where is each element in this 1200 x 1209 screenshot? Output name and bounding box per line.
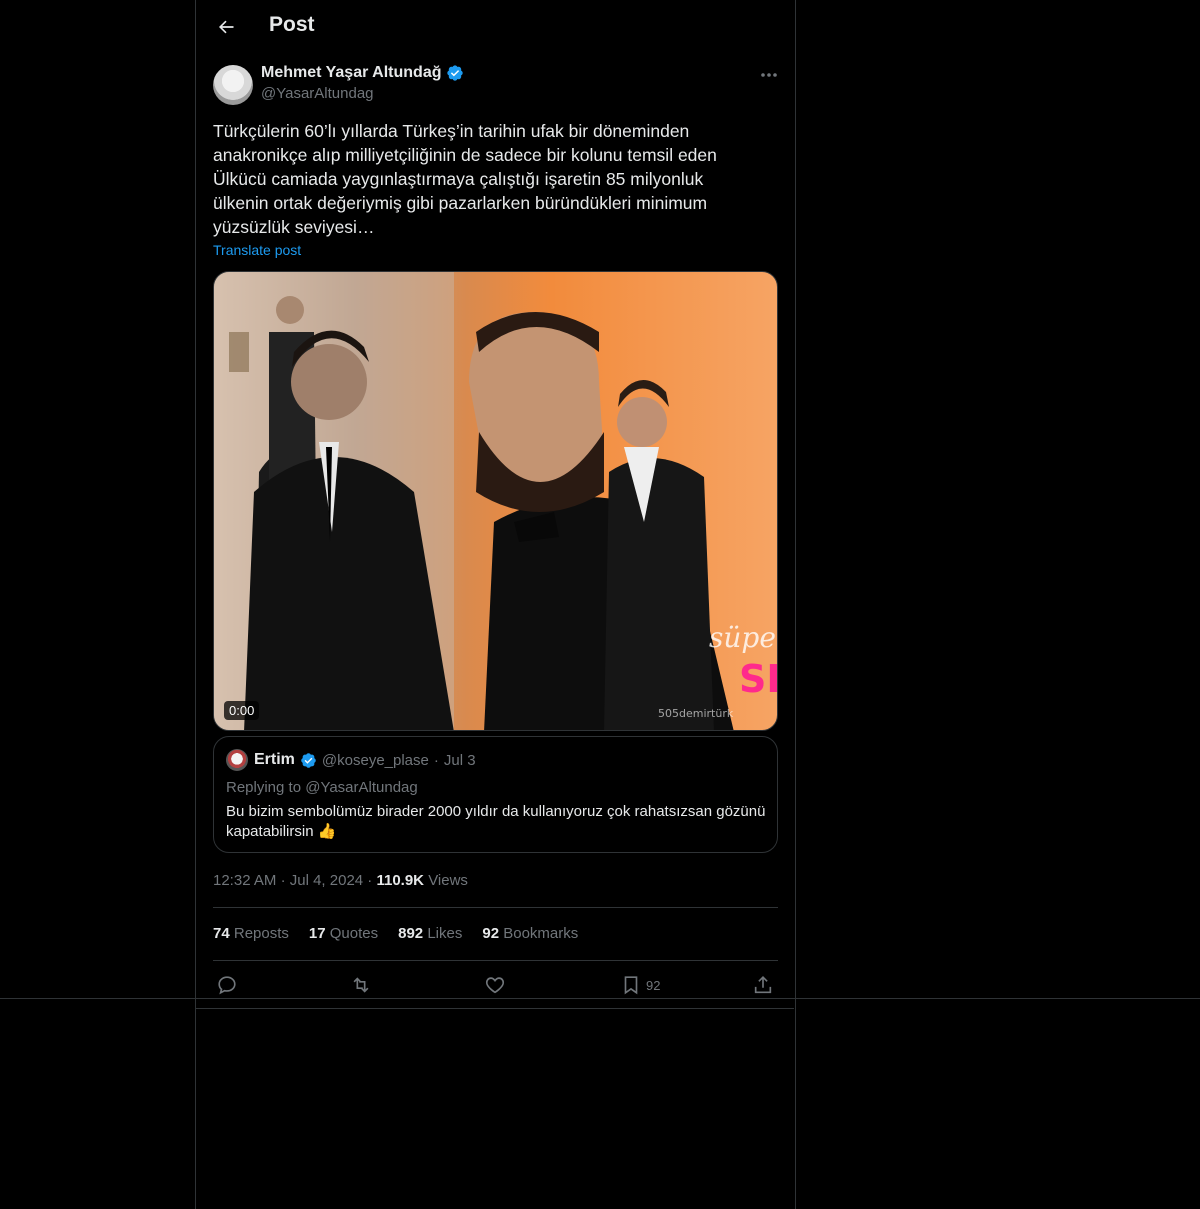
quote-header: Ertim @koseye_plase · Jul 3 [254,751,476,769]
quote-replying-to: Replying to @YasarAltundag [226,779,418,796]
tweet-text: Türkçülerin 60’lı yıllarda Türkeş’in tar… [213,121,717,237]
quote-avatar [226,749,248,771]
quotes-stat[interactable]: 17 Quotes [309,925,378,942]
post-meta: 12:32 AM · Jul 4, 2024 · 110.9K Views [213,872,468,889]
heart-icon [485,977,505,994]
video-timecode: 0:00 [224,701,260,720]
post-column: Post Mehmet Yaşar Altundağ @YasarAltunda… [195,0,796,1209]
bookmarks-stat[interactable]: 92 Bookmarks [482,925,578,942]
likes-stat[interactable]: 892 Likes [398,925,462,942]
bookmark-icon [624,976,638,995]
author-avatar[interactable] [213,65,253,105]
more-horizontal-icon [761,73,777,77]
quote-text: Bu bizim sembolümüz birader 2000 yıldır … [226,803,766,840]
author-handle[interactable]: @YasarAltundag [261,85,464,102]
divider [213,907,778,908]
svg-text:505demirtürk: 505demirtürk [658,707,734,720]
page-title: Post [269,13,315,36]
engagement-stats: 74 Reposts 17 Quotes 892 Likes 92 Bookma… [213,925,578,942]
quote-date: Jul 3 [443,751,476,769]
views-count: 110.9K [376,872,425,889]
divider [0,998,1200,999]
author-name[interactable]: Mehmet Yaşar Altundağ [261,64,442,82]
repost-button[interactable] [350,973,372,997]
more-button[interactable] [757,66,781,84]
share-button[interactable] [752,973,774,997]
share-icon [754,976,772,994]
repost-icon [353,977,369,993]
like-button[interactable] [484,973,506,997]
quote-author-handle: @koseye_plase [321,751,429,769]
views-label: Views [428,872,468,889]
divider [213,960,778,961]
verified-badge-icon [446,65,463,81]
author-block: Mehmet Yaşar Altundağ @YasarAltundag [261,64,464,102]
top-bar: Post [196,0,795,53]
quoted-post[interactable]: Ertim @koseye_plase · Jul 3 Replying to … [213,736,778,853]
reply-icon [218,976,236,995]
verified-badge-icon [301,752,316,768]
reposts-stat[interactable]: 74 Reposts [213,925,289,942]
divider [196,1008,794,1009]
meta-separator: · [280,872,286,889]
video-frame: süpe SI 505demirtürk [214,272,778,730]
translate-post-link[interactable]: Translate post [213,242,301,258]
quote-separator: · [433,751,439,769]
back-button[interactable] [210,11,242,43]
meta-separator: · [367,872,373,889]
svg-text:süpe: süpe [709,621,776,654]
post-date[interactable]: Jul 4, 2024 [290,872,363,889]
svg-text:SI: SI [739,657,778,701]
post-time[interactable]: 12:32 AM [213,872,276,889]
quote-author-name: Ertim [254,751,295,768]
reply-button[interactable] [216,973,238,997]
bookmark-count: 92 [646,977,661,993]
bookmark-button[interactable]: 92 [620,973,660,997]
arrow-left-icon [219,20,234,34]
video-player[interactable]: süpe SI 505demirtürk 0:00 [213,271,778,731]
